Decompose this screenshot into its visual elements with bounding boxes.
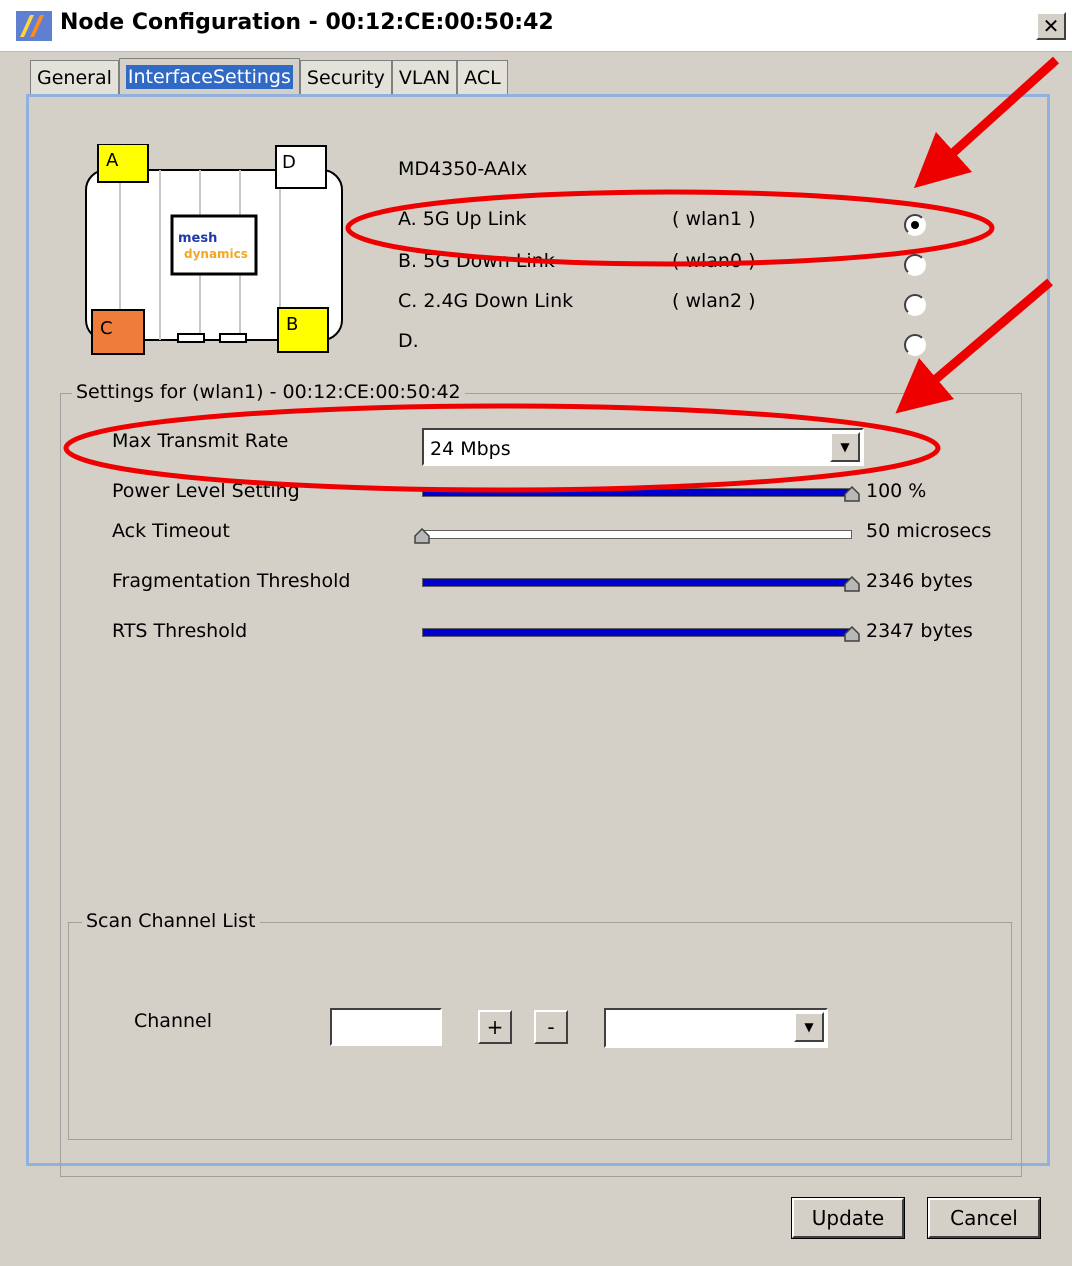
max-transmit-rate-select[interactable]: 24 Mbps ▼ bbox=[422, 428, 864, 466]
rts-threshold-slider[interactable] bbox=[422, 624, 860, 642]
interface-radio-d[interactable] bbox=[904, 334, 926, 356]
tab-general[interactable]: General bbox=[30, 60, 119, 94]
svg-text:B: B bbox=[286, 314, 298, 335]
window-title: Node Configuration - 00:12:CE:00:50:42 bbox=[60, 10, 554, 35]
interface-radio-a[interactable] bbox=[904, 214, 926, 236]
slider-thumb-icon[interactable] bbox=[844, 486, 860, 502]
slider-thumb-icon[interactable] bbox=[844, 576, 860, 592]
slider-fill bbox=[423, 579, 851, 586]
slider-track bbox=[422, 628, 852, 637]
channel-label: Channel bbox=[134, 1010, 213, 1032]
rts-threshold-label: RTS Threshold bbox=[112, 620, 248, 642]
fragmentation-threshold-label: Fragmentation Threshold bbox=[112, 570, 351, 592]
title-bar: Node Configuration - 00:12:CE:00:50:42 ✕ bbox=[0, 0, 1072, 52]
interface-label-d: D. bbox=[398, 330, 419, 352]
device-diagram: A D C B mesh dynamics bbox=[85, 144, 343, 355]
svg-text:D: D bbox=[282, 152, 296, 173]
add-channel-button[interactable]: + bbox=[478, 1010, 512, 1044]
slider-track bbox=[422, 530, 852, 539]
remove-channel-button[interactable]: - bbox=[534, 1010, 568, 1044]
ack-timeout-label: Ack Timeout bbox=[112, 520, 230, 542]
interface-label-a: A. 5G Up Link bbox=[398, 208, 527, 230]
interface-wlan-c: ( wlan2 ) bbox=[672, 290, 756, 312]
power-level-slider[interactable] bbox=[422, 484, 860, 502]
interface-label-c: C. 2.4G Down Link bbox=[398, 290, 574, 312]
settings-group-legend: Settings for (wlan1) - 00:12:CE:00:50:42 bbox=[72, 381, 465, 403]
app-icon bbox=[16, 11, 52, 41]
max-transmit-rate-value: 24 Mbps bbox=[430, 438, 511, 460]
fragmentation-threshold-slider[interactable] bbox=[422, 574, 860, 592]
slider-track bbox=[422, 578, 852, 587]
logo-text-bottom: dynamics bbox=[184, 247, 248, 261]
tab-acl[interactable]: ACL bbox=[457, 60, 508, 94]
fragmentation-threshold-value: 2346 bytes bbox=[866, 570, 973, 592]
slider-fill bbox=[423, 489, 851, 496]
logo-text-top: mesh bbox=[178, 231, 217, 246]
interface-label-b: B. 5G Down Link bbox=[398, 250, 555, 272]
chevron-down-icon[interactable]: ▼ bbox=[794, 1012, 824, 1042]
max-transmit-rate-label: Max Transmit Rate bbox=[112, 430, 289, 452]
tab-vlan[interactable]: VLAN bbox=[391, 60, 458, 94]
tab-interface-settings[interactable]: InterfaceSettings bbox=[118, 58, 300, 94]
svg-text:A: A bbox=[106, 150, 119, 171]
slider-track bbox=[422, 488, 852, 497]
channel-list-select[interactable]: ▼ bbox=[604, 1008, 828, 1048]
slider-thumb-icon[interactable] bbox=[844, 626, 860, 642]
power-level-label: Power Level Setting bbox=[112, 480, 300, 502]
chevron-down-icon[interactable]: ▼ bbox=[830, 432, 860, 462]
tab-security[interactable]: Security bbox=[299, 60, 392, 94]
scan-channel-legend: Scan Channel List bbox=[82, 910, 260, 932]
device-model: MD4350-AAIx bbox=[398, 158, 528, 180]
close-button[interactable]: ✕ bbox=[1036, 12, 1066, 40]
update-button[interactable]: Update bbox=[791, 1197, 905, 1239]
svg-text:C: C bbox=[100, 318, 113, 339]
interface-radio-b[interactable] bbox=[904, 254, 926, 276]
cancel-button[interactable]: Cancel bbox=[927, 1197, 1041, 1239]
slider-thumb-icon[interactable] bbox=[414, 528, 430, 544]
ack-timeout-slider[interactable] bbox=[414, 526, 852, 544]
slider-fill bbox=[423, 629, 851, 636]
power-level-value: 100 % bbox=[866, 480, 927, 502]
tab-bar: General InterfaceSettings Security VLAN … bbox=[30, 58, 508, 94]
ack-timeout-value: 50 microsecs bbox=[866, 520, 992, 542]
close-icon: ✕ bbox=[1042, 14, 1060, 38]
channel-input[interactable] bbox=[330, 1008, 442, 1046]
rts-threshold-value: 2347 bytes bbox=[866, 620, 973, 642]
interface-radio-c[interactable] bbox=[904, 294, 926, 316]
interface-wlan-a: ( wlan1 ) bbox=[672, 208, 756, 230]
interface-wlan-b: ( wlan0 ) bbox=[672, 250, 756, 272]
